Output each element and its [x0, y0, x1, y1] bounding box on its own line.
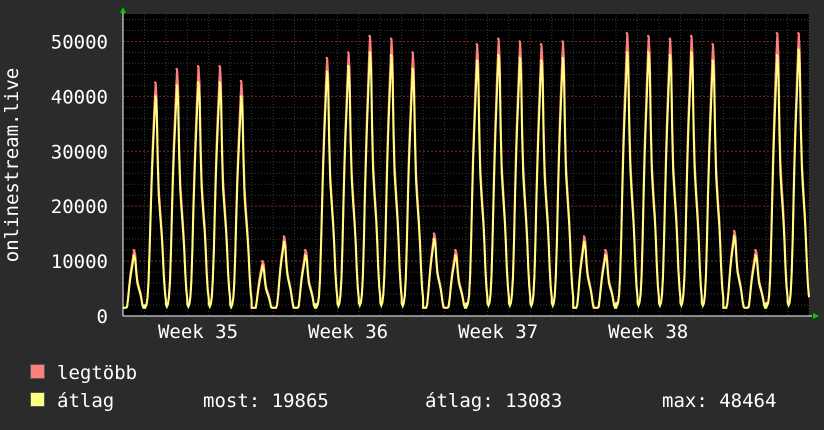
- data-point: [218, 81, 221, 84]
- data-point: [582, 235, 586, 238]
- data-point: [454, 248, 457, 252]
- x-tick-label: Week 35: [158, 321, 238, 343]
- data-point: [346, 51, 350, 54]
- legend-swatch-legtobb: [30, 364, 45, 379]
- y-tick-label: 30000: [51, 141, 108, 163]
- data-point: [775, 54, 778, 57]
- data-point: [711, 43, 714, 46]
- data-point: [196, 81, 200, 84]
- data-point: [325, 56, 328, 60]
- data-point: [368, 34, 371, 38]
- data-point: [711, 59, 714, 62]
- data-point: [604, 248, 607, 252]
- y-tick-label: 20000: [51, 196, 108, 218]
- data-point: [411, 51, 414, 54]
- data-point: [475, 43, 478, 46]
- legend-label-legtobb: legtöbb: [57, 362, 138, 384]
- data-point: [797, 48, 800, 51]
- data-point: [196, 65, 200, 68]
- stat-max-label: max:: [662, 390, 708, 412]
- x-tick-label: Week 36: [308, 321, 388, 343]
- stat-max-value: 48464: [719, 390, 777, 412]
- data-point: [282, 240, 285, 244]
- data-point: [497, 54, 500, 57]
- data-point: [561, 56, 564, 60]
- data-point: [282, 235, 285, 238]
- data-point: [732, 229, 736, 233]
- data-point: [261, 265, 264, 268]
- data-point: [754, 254, 757, 257]
- y-tick-label: 50000: [51, 31, 108, 53]
- legend-label-atlag: átlag: [57, 390, 115, 412]
- data-point: [732, 235, 736, 238]
- data-point: [154, 81, 157, 84]
- y-tick-label: 40000: [51, 86, 108, 108]
- stat-atlag-label: átlag:: [425, 390, 494, 412]
- y-axis-arrow-icon: [120, 7, 126, 13]
- y-tick-label: 10000: [51, 251, 108, 273]
- data-point: [154, 95, 157, 98]
- data-point: [518, 56, 521, 60]
- data-point: [132, 248, 135, 252]
- stat-most-value: 19865: [271, 390, 329, 412]
- data-point: [668, 37, 671, 40]
- data-point: [539, 43, 543, 46]
- data-point: [754, 248, 757, 252]
- y-axis-ticks: 0 10000 20000 30000 40000 50000: [51, 31, 108, 328]
- data-point: [604, 254, 607, 257]
- data-point: [175, 67, 178, 71]
- y-tick-label: 0: [97, 306, 108, 328]
- data-point: [368, 51, 371, 54]
- data-point: [346, 65, 350, 68]
- data-point: [647, 51, 650, 54]
- data-point: [539, 59, 543, 62]
- legend-swatch-atlag: [30, 392, 45, 407]
- data-point: [239, 95, 243, 98]
- data-point: [432, 232, 435, 235]
- x-tick-label: Week 38: [608, 321, 688, 343]
- stat-atlag: átlag: 13083: [425, 390, 562, 412]
- stat-max: max: 48464: [662, 390, 776, 412]
- data-point: [325, 70, 328, 73]
- data-point: [261, 259, 264, 263]
- x-axis-arrow-icon: [813, 313, 819, 319]
- chart: 01000020000300004000050000 Week 35 Week 3…: [1, 7, 819, 343]
- data-point: [647, 34, 650, 38]
- data-point: [389, 37, 393, 40]
- data-point: [797, 32, 800, 35]
- data-point: [689, 51, 693, 54]
- data-point: [175, 84, 178, 87]
- y-axis-label: onlinestream.live: [1, 68, 23, 262]
- x-tick-label: Week 37: [458, 321, 538, 343]
- data-point: [218, 65, 221, 68]
- stat-atlag-value: 13083: [505, 390, 563, 412]
- data-point: [132, 254, 135, 257]
- stat-most: most: 19865: [203, 390, 329, 412]
- data-point: [775, 32, 778, 35]
- data-point: [411, 67, 414, 71]
- data-point: [518, 40, 521, 43]
- data-point: [304, 254, 307, 257]
- x-axis-ticks: Week 35 Week 36 Week 37 Week 38: [158, 321, 688, 343]
- data-point: [668, 54, 671, 57]
- data-point: [475, 59, 478, 62]
- data-point: [304, 248, 307, 252]
- data-point: [625, 32, 628, 35]
- stat-most-label: most:: [203, 390, 261, 412]
- legend-item-atlag: átlag: [30, 390, 114, 412]
- data-point: [432, 237, 435, 241]
- data-point: [389, 54, 393, 57]
- data-point: [454, 254, 457, 257]
- legend-item-legtobb: legtöbb: [30, 362, 137, 384]
- data-point: [689, 34, 693, 38]
- data-point: [582, 240, 586, 244]
- data-point: [561, 40, 564, 43]
- data-point: [497, 37, 500, 40]
- data-point: [239, 79, 243, 83]
- data-point: [625, 51, 628, 54]
